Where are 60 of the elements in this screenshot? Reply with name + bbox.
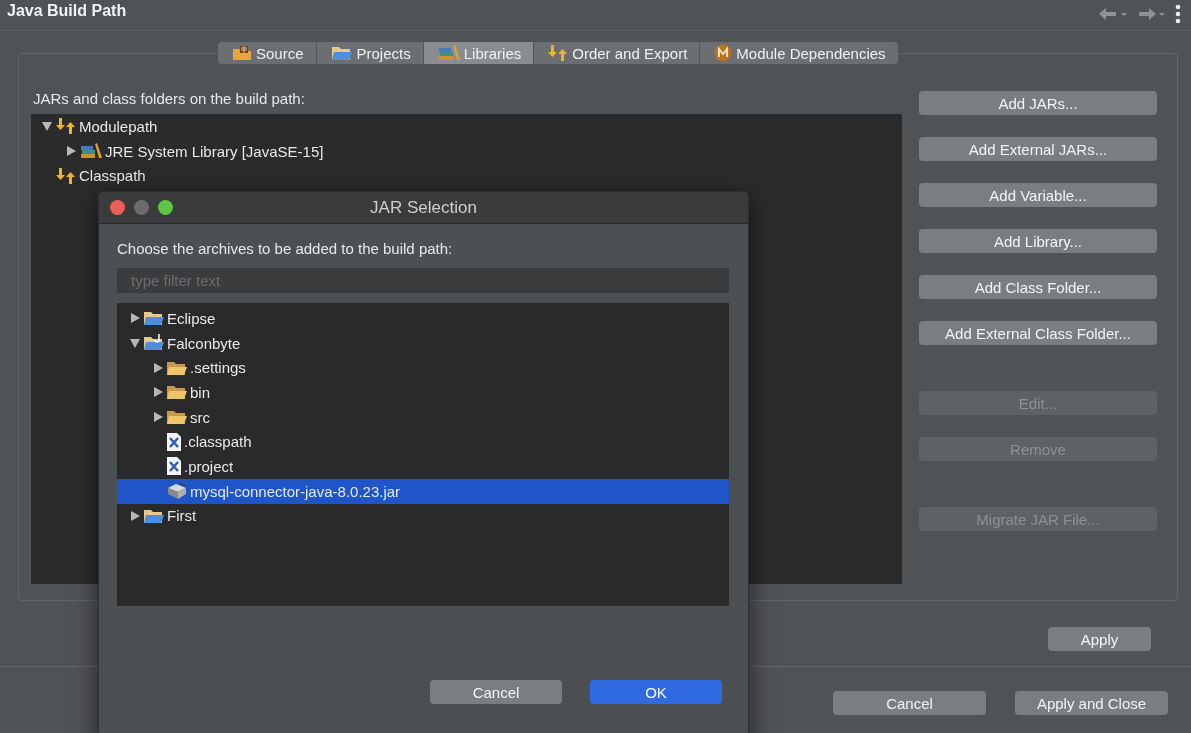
tree-item[interactable]: Modulepath bbox=[79, 117, 158, 135]
books-icon bbox=[80, 143, 102, 160]
dialog-title: JAR Selection bbox=[370, 197, 477, 218]
side-button[interactable]: Add External JARs... bbox=[919, 137, 1157, 161]
collapse-arrow-icon[interactable] bbox=[129, 337, 141, 350]
folder-icon bbox=[166, 408, 188, 427]
prompt-label: Choose the archives to be added to the build path: bbox=[117, 240, 454, 257]
package-folder-icon bbox=[232, 45, 252, 61]
tree-row[interactable]: Eclipse bbox=[117, 306, 729, 331]
tree-row[interactable]: mysql-connector-java-8.0.23.jar bbox=[117, 478, 729, 504]
folder-icon bbox=[143, 309, 165, 328]
folder-icon bbox=[166, 383, 188, 402]
tab[interactable]: Source bbox=[218, 42, 316, 64]
more-icon[interactable] bbox=[1175, 4, 1181, 24]
folder-icon bbox=[143, 334, 165, 353]
xml-file-icon bbox=[166, 432, 182, 451]
dialog-button[interactable]: Cancel bbox=[430, 680, 562, 704]
side-button[interactable]: Add Variable... bbox=[919, 183, 1157, 207]
close-icon[interactable] bbox=[110, 200, 125, 215]
tree-row[interactable]: .classpath bbox=[117, 429, 729, 455]
tab[interactable]: Projects bbox=[315, 42, 423, 64]
arrows-icon bbox=[56, 167, 76, 184]
collapse-arrow-icon[interactable] bbox=[41, 120, 53, 133]
tree-item[interactable]: Classpath bbox=[79, 167, 146, 185]
side-button[interactable]: Add JARs... bbox=[919, 91, 1157, 115]
apply-button[interactable]: Apply bbox=[1048, 627, 1151, 651]
side-button[interactable]: Add Class Folder... bbox=[919, 275, 1157, 299]
books-icon bbox=[437, 45, 460, 61]
tree-row[interactable]: First bbox=[117, 503, 729, 529]
xml-file-icon bbox=[166, 457, 182, 476]
forward-icon[interactable] bbox=[1137, 7, 1165, 21]
arrows-icon bbox=[56, 118, 76, 135]
expand-arrow-icon[interactable] bbox=[65, 145, 77, 158]
footer-button[interactable]: Apply and Close bbox=[1015, 691, 1168, 715]
tree-row[interactable]: .project bbox=[117, 454, 729, 479]
expand-arrow-icon[interactable] bbox=[129, 509, 141, 522]
tree-row[interactable]: src bbox=[117, 404, 729, 430]
side-button[interactable]: Add External Class Folder... bbox=[919, 321, 1157, 345]
folder-icon bbox=[330, 44, 353, 62]
side-button[interactable]: Add Library... bbox=[919, 229, 1157, 253]
expand-arrow-icon[interactable] bbox=[152, 361, 164, 374]
expand-arrow-icon[interactable] bbox=[129, 312, 141, 325]
expand-arrow-icon[interactable] bbox=[152, 386, 164, 399]
tree-row[interactable]: bin bbox=[117, 380, 729, 405]
jar-icon bbox=[166, 482, 188, 501]
tab[interactable]: Libraries bbox=[422, 42, 534, 64]
tree-item[interactable]: JRE System Library [JavaSE-15] bbox=[105, 142, 324, 160]
tree-row[interactable]: .settings bbox=[117, 355, 729, 381]
dialog-button[interactable]: OK bbox=[590, 680, 722, 704]
expand-arrow-icon[interactable] bbox=[152, 411, 164, 424]
maximize-icon[interactable] bbox=[158, 200, 173, 215]
tab[interactable]: Order and Export bbox=[533, 42, 700, 64]
tree-row[interactable]: Falconbyte bbox=[117, 330, 729, 356]
window-title: Java Build Path bbox=[7, 2, 127, 20]
tab[interactable]: Module Dependencies bbox=[699, 42, 898, 64]
module-icon bbox=[714, 44, 733, 62]
footer-button[interactable]: Cancel bbox=[833, 691, 986, 715]
arrows-icon bbox=[548, 45, 569, 61]
back-icon[interactable] bbox=[1099, 7, 1127, 21]
section-label: JARs and class folders on the build path: bbox=[33, 90, 306, 107]
